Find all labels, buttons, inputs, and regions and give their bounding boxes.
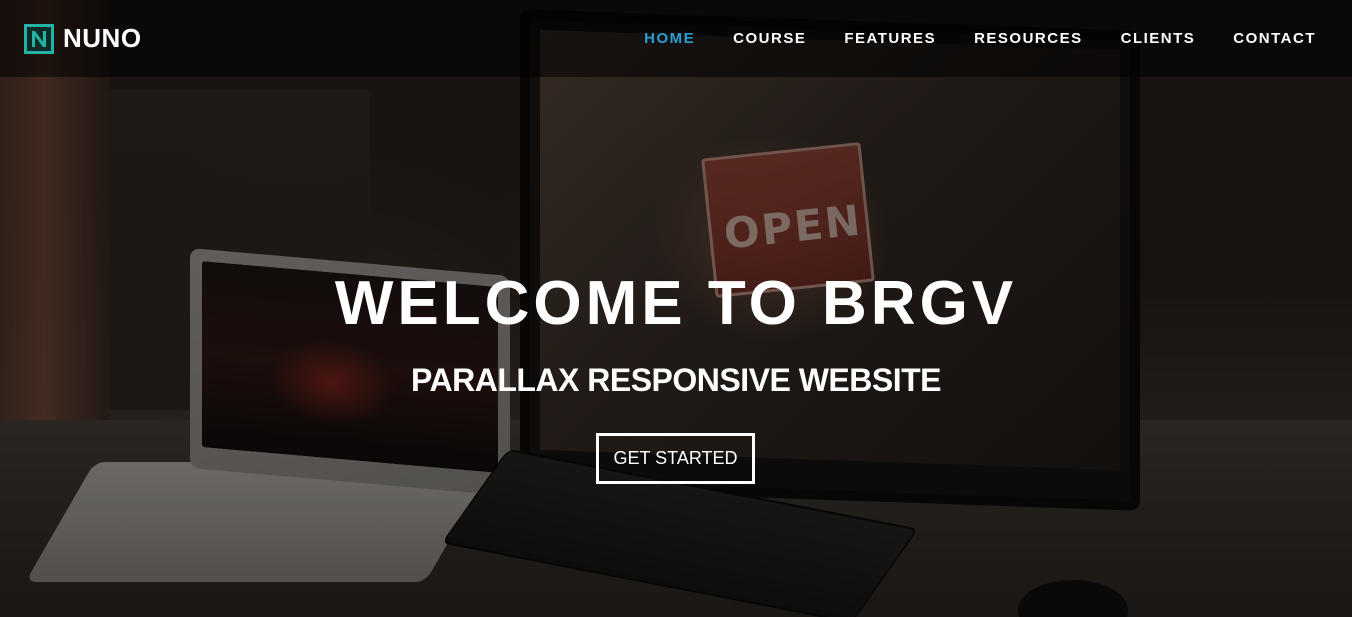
top-navbar: NUNO HOME COURSE FEATURES RESOURCES CLIE… (0, 0, 1352, 77)
logo-link[interactable]: NUNO (24, 23, 142, 54)
nav-course[interactable]: COURSE (733, 30, 806, 47)
hero-title: WELCOME TO BRGV (334, 269, 1018, 338)
get-started-button[interactable]: GET STARTED (596, 433, 755, 484)
hero-section: OPEN WELCOME TO BRGV PARALLAX RESPONSIVE… (0, 0, 1352, 617)
nav-home[interactable]: HOME (644, 30, 695, 47)
n-square-logo-icon (24, 23, 54, 54)
brand-name: NUNO (63, 23, 142, 53)
nav-clients[interactable]: CLIENTS (1121, 30, 1196, 47)
hero-subtitle: PARALLAX RESPONSIVE WEBSITE (411, 362, 941, 398)
nav-contact[interactable]: CONTACT (1233, 30, 1316, 47)
nav-resources[interactable]: RESOURCES (974, 30, 1083, 47)
main-nav: HOME COURSE FEATURES RESOURCES CLIENTS C… (606, 30, 1316, 47)
nav-features[interactable]: FEATURES (844, 30, 936, 47)
